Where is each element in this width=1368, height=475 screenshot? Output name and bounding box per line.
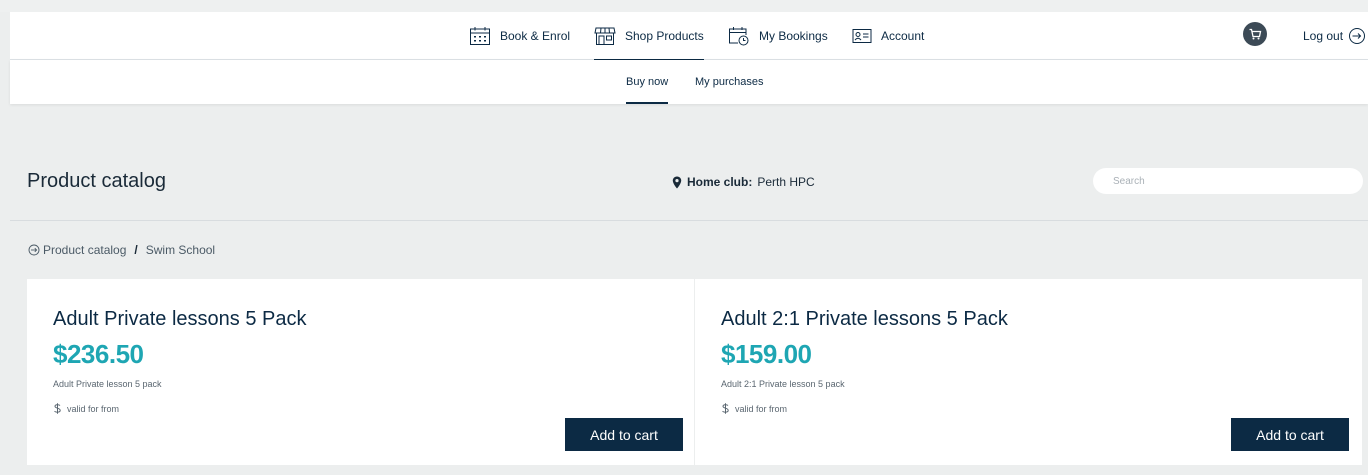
add-to-cart-button[interactable]: Add to cart [1231, 418, 1349, 451]
home-club-indicator: Home club: Perth HPC [672, 175, 815, 189]
product-name: Adult Private lessons 5 Pack [53, 308, 307, 330]
nav-book-enrol-label: Book & Enrol [500, 29, 571, 43]
product-price: $159.00 [721, 339, 812, 369]
product-name: Adult 2:1 Private lessons 5 Pack [721, 308, 1008, 330]
nav-book-enrol[interactable]: Book & Enrol [469, 12, 570, 60]
product-description: Adult Private lesson 5 pack [53, 379, 162, 389]
top-strip [0, 0, 1368, 12]
nav-my-bookings[interactable]: My Bookings [728, 12, 828, 60]
tab-buy-now[interactable]: Buy now [626, 60, 669, 104]
nav-account-label: Account [881, 29, 925, 43]
tab-my-purchases-label: My purchases [695, 76, 764, 88]
product-validity: valid for from [53, 403, 119, 414]
logout-icon [1349, 28, 1366, 44]
add-to-cart-button[interactable]: Add to cart [565, 418, 683, 451]
calendar-icon [470, 27, 490, 45]
nav-my-bookings-label: My Bookings [759, 29, 828, 43]
store-icon [594, 27, 616, 45]
product-validity-label: valid for from [67, 403, 120, 414]
breadcrumb-separator: / [134, 243, 138, 257]
breadcrumb-root-label: Product catalog [43, 243, 127, 257]
nav-shop-products-label: Shop Products [625, 29, 704, 43]
breadcrumb-root-link[interactable]: Product catalog [28, 243, 126, 257]
tab-buy-now-label: Buy now [626, 76, 669, 88]
page-title: Product catalog [27, 170, 166, 192]
sub-navbar: Buy now My purchases [10, 60, 1368, 104]
cart-button[interactable] [1243, 22, 1267, 46]
circle-arrow-icon [28, 244, 40, 256]
map-pin-icon [672, 176, 682, 188]
cart-icon [1249, 28, 1262, 40]
product-validity: valid for from [721, 403, 787, 414]
logout-button[interactable]: Log out [1303, 12, 1366, 60]
product-validity-label: valid for from [735, 403, 788, 414]
main-navbar: Book & Enrol Shop Products My Bookings A… [10, 12, 1368, 61]
dollar-icon [54, 403, 61, 414]
logout-label: Log out [1303, 29, 1344, 43]
breadcrumb-current: Swim School [145, 243, 216, 257]
product-price: $236.50 [53, 339, 144, 369]
home-club-label: Home club: [687, 175, 753, 189]
section-divider [10, 220, 1368, 221]
calendar-clock-icon [729, 27, 749, 46]
product-description: Adult 2:1 Private lesson 5 pack [721, 379, 845, 389]
product-card: Adult Private lessons 5 Pack $236.50 Adu… [27, 279, 694, 465]
nav-shop-products[interactable]: Shop Products [594, 12, 704, 61]
product-card: Adult 2:1 Private lessons 5 Pack $159.00… [695, 279, 1362, 465]
tab-my-purchases[interactable]: My purchases [695, 60, 763, 104]
breadcrumb: Product catalog / Swim School [28, 243, 215, 257]
id-card-icon [852, 29, 872, 43]
home-club-value: Perth HPC [757, 175, 815, 189]
dollar-icon [722, 403, 729, 414]
search-input[interactable] [1093, 168, 1363, 194]
nav-account[interactable]: Account [852, 12, 924, 60]
